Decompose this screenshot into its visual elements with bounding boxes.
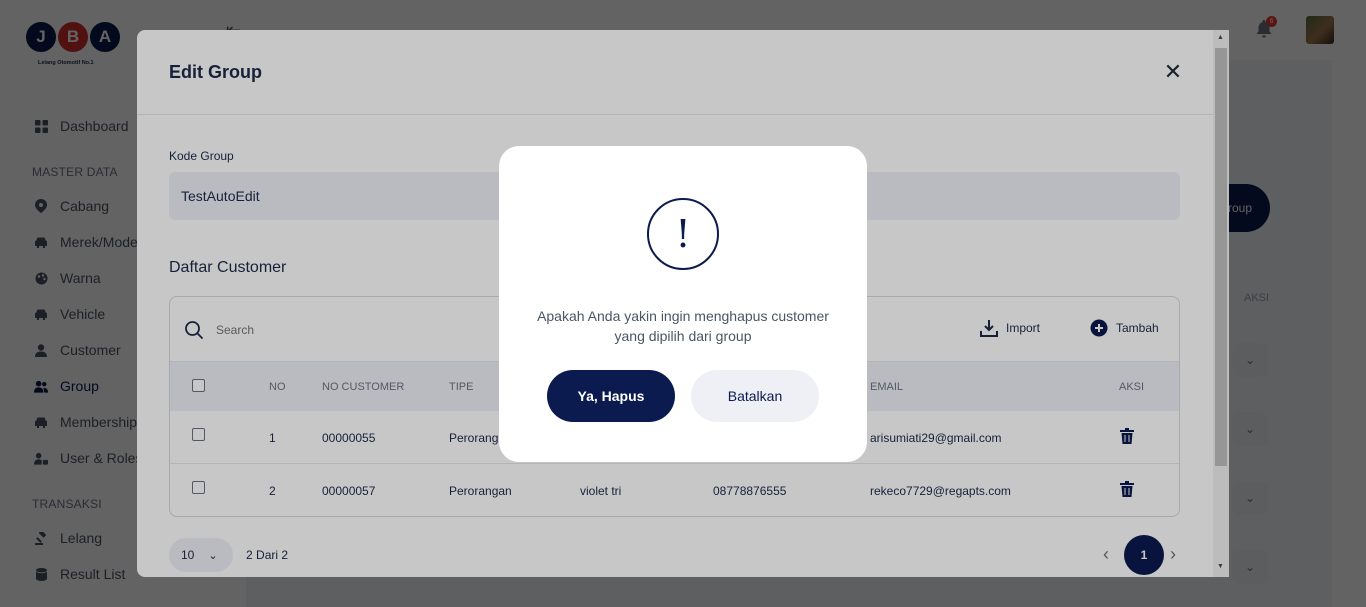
confirm-dialog: ! Apakah Anda yakin ingin menghapus cust… xyxy=(499,146,867,462)
exclamation-icon: ! xyxy=(647,198,719,270)
confirm-message: Apakah Anda yakin ingin menghapus custom… xyxy=(537,308,829,344)
confirm-delete-button[interactable]: Ya, Hapus xyxy=(547,370,675,422)
cancel-button[interactable]: Batalkan xyxy=(691,370,819,422)
